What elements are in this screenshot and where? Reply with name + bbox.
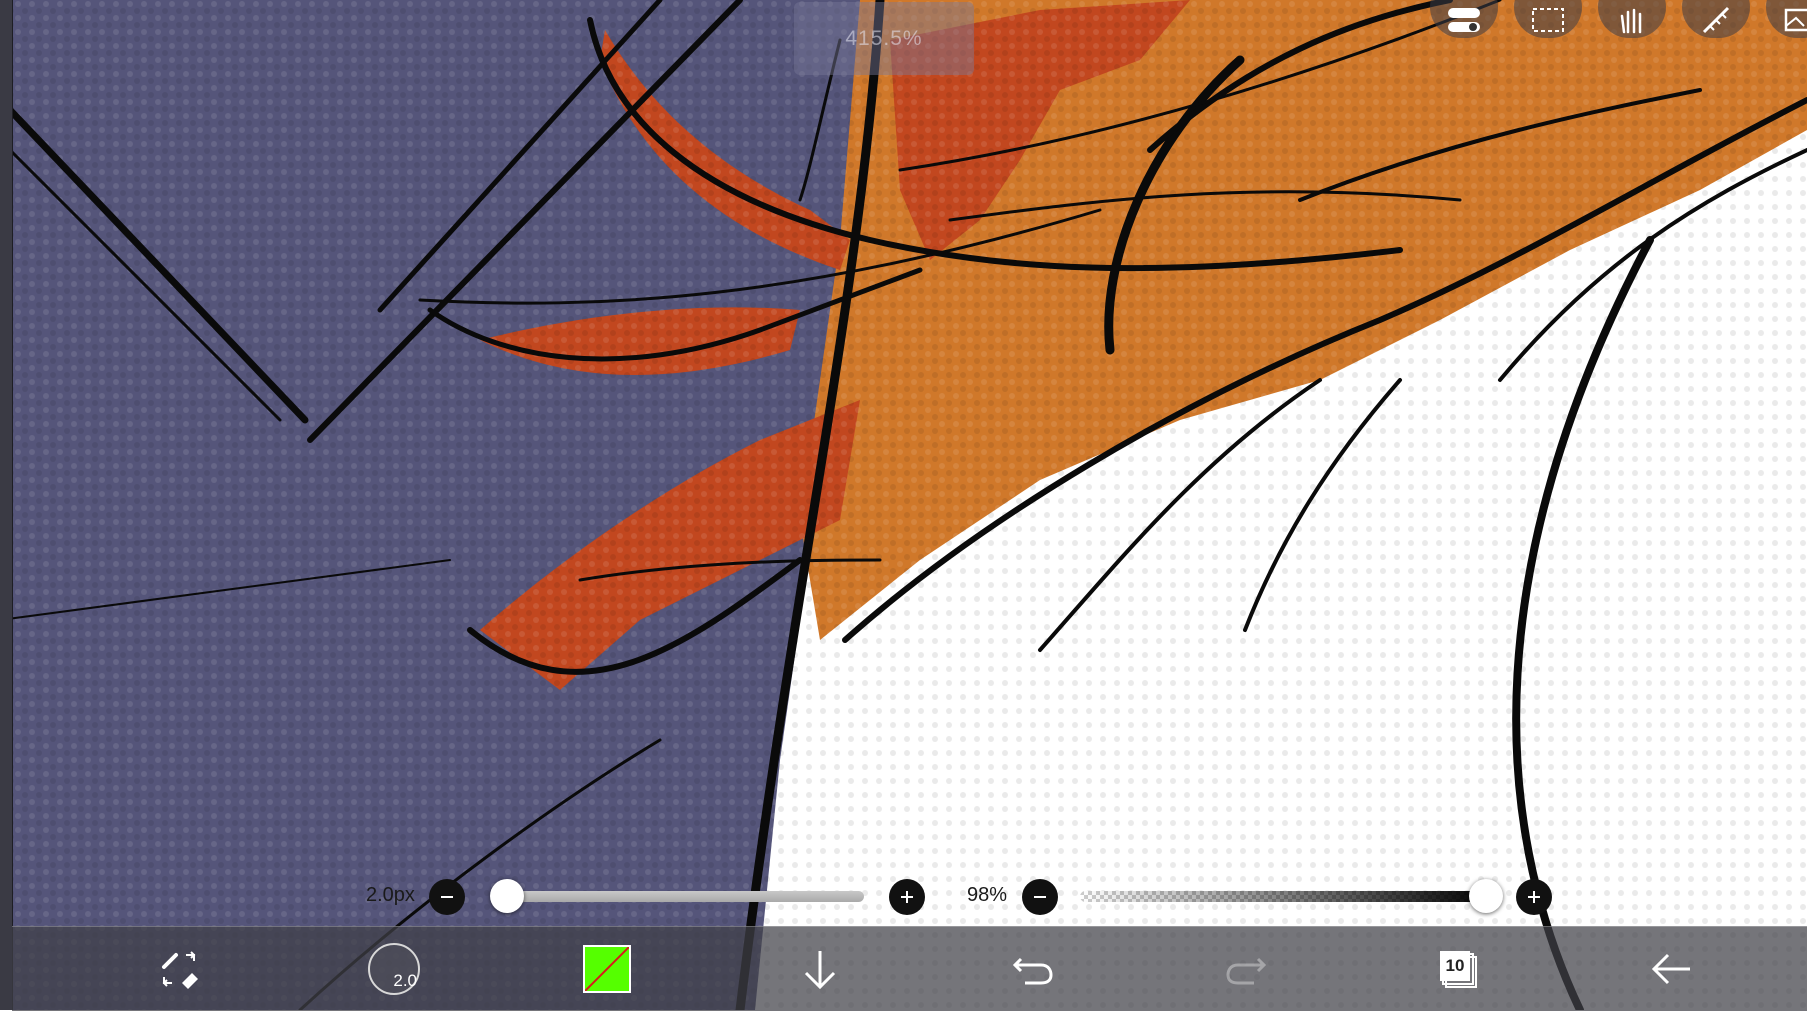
color-button[interactable]: [562, 927, 652, 1011]
brush-size-slider[interactable]: [502, 891, 864, 902]
selection-icon: [1532, 8, 1564, 32]
drawing-canvas[interactable]: [0, 0, 1807, 1010]
opacity-increase-button[interactable]: [1516, 879, 1552, 915]
brush-size-decrease-button[interactable]: [429, 879, 465, 915]
opacity-decrease-button[interactable]: [1022, 879, 1058, 915]
brush-size-increase-button[interactable]: [889, 879, 925, 915]
left-edge-panel: [0, 0, 13, 1010]
arrow-down-icon: [804, 951, 836, 990]
brush-size-value: 2.0px: [366, 884, 415, 906]
layers-icon: 10: [1437, 947, 1481, 991]
layer-count: 10: [1440, 951, 1470, 981]
color-swatch: [583, 945, 631, 993]
minus-icon: [441, 896, 453, 898]
plus-icon: [901, 891, 913, 903]
ruler-icon: [1702, 6, 1730, 34]
brush-size-slider-thumb[interactable]: [490, 879, 524, 913]
redo-button[interactable]: [1201, 927, 1291, 1011]
brush-size-preview: 2.0: [368, 943, 420, 995]
download-button[interactable]: [775, 927, 865, 1011]
hand-icon: [1620, 8, 1642, 34]
zoom-indicator: 415.5%: [794, 2, 974, 75]
material-icon: [1784, 8, 1807, 32]
layers-button[interactable]: 10: [1414, 927, 1504, 1011]
brush-size-label: 2.0: [393, 971, 417, 990]
artwork-layer: [0, 0, 1807, 1010]
minus-icon: [1034, 896, 1046, 898]
undo-button[interactable]: [988, 927, 1078, 1011]
opacity-value: 98%: [967, 884, 1008, 906]
opacity-slider[interactable]: [1080, 891, 1494, 902]
back-arrow-icon: [1651, 953, 1690, 985]
plus-icon: [1528, 891, 1540, 903]
toggle-icon: [1448, 8, 1480, 32]
opacity-slider-thumb[interactable]: [1468, 879, 1503, 913]
brush-size-button[interactable]: 2.0: [349, 927, 439, 1011]
undo-icon: [1012, 957, 1053, 985]
back-button[interactable]: [1627, 927, 1717, 1011]
redo-icon: [1226, 957, 1267, 985]
slider-row: 2.0px 98%: [0, 868, 1807, 924]
eraser-swap-icon: [162, 951, 198, 989]
bottom-toolbar: 2.0 10: [12, 926, 1807, 1011]
tool-swap-button[interactable]: [135, 927, 225, 1011]
